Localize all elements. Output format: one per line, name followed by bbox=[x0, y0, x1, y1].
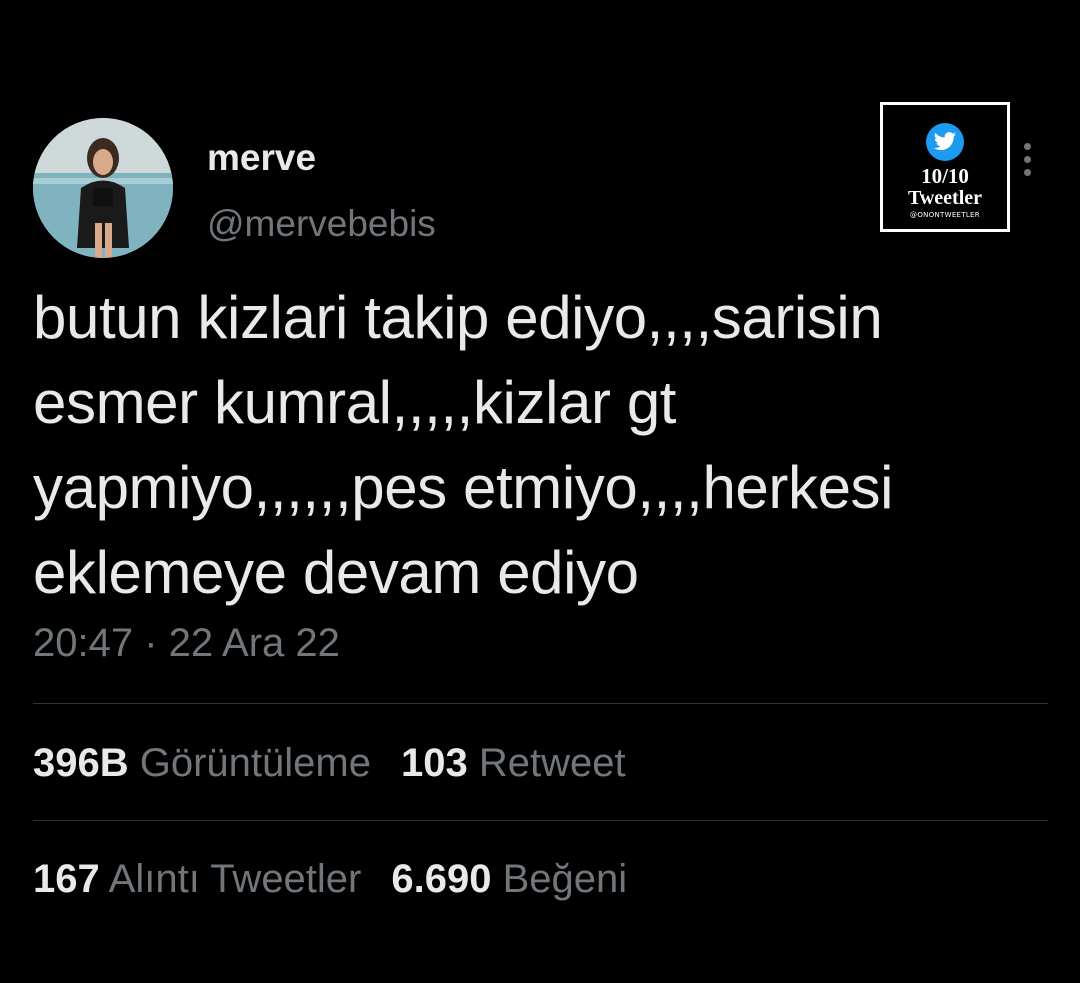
views-count: 396B bbox=[33, 741, 129, 785]
retweets-stat[interactable]: 103 Retweet bbox=[401, 741, 626, 785]
user-handle[interactable]: @mervebebis bbox=[207, 204, 436, 244]
likes-count: 6.690 bbox=[391, 857, 492, 901]
twitter-bird-icon bbox=[926, 123, 964, 161]
divider bbox=[33, 820, 1048, 821]
views-label: Görüntüleme bbox=[139, 741, 371, 785]
retweets-count: 103 bbox=[400, 741, 468, 785]
quotes-count: 167 bbox=[33, 857, 100, 901]
more-options-icon[interactable] bbox=[1020, 143, 1034, 183]
avatar-photo bbox=[33, 118, 173, 258]
badge-title: Tweetler bbox=[907, 187, 983, 209]
stats-row-quotes-likes: 167 Alıntı Tweetler 6.690 Beğeni bbox=[33, 856, 627, 902]
tweet-line: eklemeye devam ediyo bbox=[33, 539, 639, 606]
tweet-timestamp[interactable]: 20:47 · 22 Ara 22 bbox=[33, 620, 340, 666]
badge-score: 10/10 bbox=[921, 164, 969, 188]
badge-handle: @ONONTWEETLER bbox=[910, 211, 980, 219]
tweet-line: yapmiyo,,,,,,pes etmiyo,,,,herkesi bbox=[33, 454, 894, 521]
tweet-line: esmer kumral,,,,,kizlar gt bbox=[33, 369, 677, 436]
retweets-label: Retweet bbox=[478, 741, 626, 785]
avatar[interactable] bbox=[33, 118, 173, 258]
quotes-label: Alıntı Tweetler bbox=[108, 857, 362, 901]
stats-row-views-retweets: 396B Görüntüleme 103 Retweet bbox=[33, 740, 626, 786]
watermark-badge: 10/10 Tweetler @ONONTWEETLER bbox=[880, 102, 1010, 232]
divider bbox=[33, 703, 1048, 704]
tweet-line: butun kizlari takip ediyo,,,,sarisin bbox=[33, 284, 883, 351]
tweet-text: butun kizlari takip ediyo,,,,sarisin esm… bbox=[33, 275, 1053, 615]
views-stat[interactable]: 396B Görüntüleme bbox=[33, 741, 371, 785]
display-name[interactable]: merve bbox=[207, 138, 316, 178]
likes-stat[interactable]: 6.690 Beğeni bbox=[391, 857, 627, 901]
quotes-stat[interactable]: 167 Alıntı Tweetler bbox=[33, 857, 361, 901]
likes-label: Beğeni bbox=[502, 857, 628, 901]
